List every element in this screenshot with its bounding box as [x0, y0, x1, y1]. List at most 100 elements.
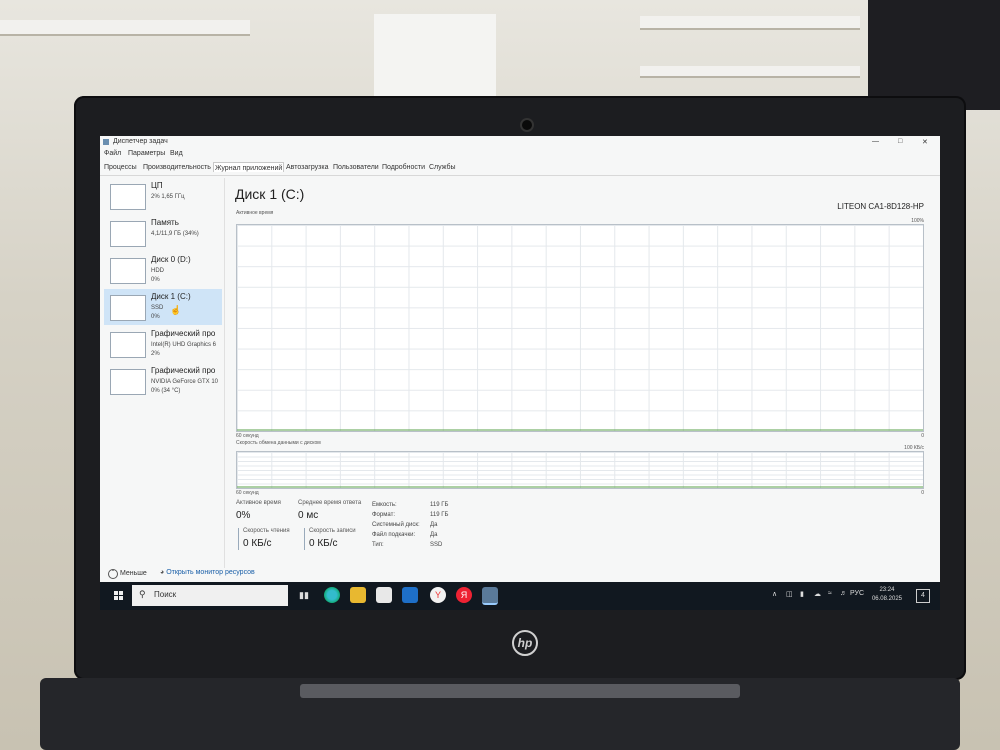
tray-wifi-icon[interactable]: ≈ — [828, 590, 832, 597]
sidebar-item-detail: 4,1/11,9 ГБ (34%) — [151, 231, 199, 237]
graph1-time: 60 секунд — [236, 433, 259, 439]
tab-startup[interactable]: Автозагрузка — [285, 164, 329, 171]
yandex-icon[interactable]: Я — [456, 587, 472, 603]
property-format: Формат: 119 ГБ — [372, 510, 482, 520]
sidebar-item-type: SSD — [151, 305, 164, 311]
search-icon: ⚲ — [139, 589, 146, 599]
property-value: Да — [430, 532, 438, 538]
close-button[interactable]: ✕ — [922, 138, 928, 146]
notification-center-button[interactable]: 4 — [916, 589, 930, 603]
yandex-browser-icon[interactable]: Y — [430, 587, 446, 603]
tray-chevron-up-icon[interactable]: ∧ — [772, 590, 777, 598]
maximize-button[interactable]: □ — [898, 138, 902, 145]
property-type: Тип: SSD — [372, 540, 482, 550]
webcam — [520, 118, 534, 132]
windows-start-icon[interactable] — [114, 591, 124, 601]
store-shelf — [640, 16, 860, 30]
sidebar-item-gpu0[interactable]: Графический про Intel(R) UHD Graphics 6 2… — [104, 326, 222, 362]
tab-performance[interactable]: Производительность — [142, 164, 212, 171]
sidebar-item-label: Графический про — [151, 329, 216, 338]
store-display-rack — [868, 0, 1000, 110]
property-value: 119 ГБ — [430, 502, 449, 508]
disk-properties: Емкость: 119 ГБ Формат: 119 ГБ Системный д… — [372, 500, 482, 550]
sidebar-item-disk1[interactable]: Диск 1 (C:) SSD 0% ☝ — [104, 289, 222, 325]
menu-options[interactable]: Параметры — [128, 150, 165, 157]
language-indicator[interactable]: РУС — [850, 590, 864, 597]
minimize-button[interactable]: — — [872, 138, 879, 145]
menu-file[interactable]: Файл — [104, 150, 121, 157]
tab-app-history[interactable]: Журнал приложений — [213, 162, 285, 172]
fewer-details-label: Меньше — [119, 570, 147, 577]
clock-date: 06.08.2025 — [871, 596, 902, 602]
sidebar-item-gpu1[interactable]: Графический про NVIDIA GeForce GTX 10 0% … — [104, 363, 222, 399]
write-speed-value: 0 КБ/с — [309, 538, 338, 549]
sidebar-item-type: HDD — [151, 268, 164, 274]
response-time-label: Среднее время ответа — [298, 500, 362, 506]
pane-divider — [224, 178, 225, 568]
property-value: SSD — [430, 542, 443, 548]
active-time-value: 0% — [236, 510, 251, 521]
sidebar-item-detail: Intel(R) UHD Graphics 6 2% — [151, 341, 216, 359]
sidebar-item-disk0[interactable]: Диск 0 (D:) HDD 0% — [104, 252, 222, 288]
graph1-label: Активное время — [236, 210, 274, 216]
disk1-thumbnail — [110, 295, 146, 321]
stat-separator — [304, 528, 305, 550]
sidebar-item-label: ЦП — [151, 181, 163, 190]
menu-view[interactable]: Вид — [170, 150, 183, 157]
sidebar-item-label: Графический про — [151, 366, 216, 375]
property-capacity: Емкость: 119 ГБ — [372, 500, 482, 510]
tray-volume-icon[interactable]: ♬ — [840, 590, 847, 597]
menu-bar: Файл Параметры Вид — [100, 148, 940, 160]
graph2-label: Скорость обмена данными с диском — [236, 440, 321, 446]
outlook-icon[interactable] — [402, 587, 418, 603]
store-shelf — [640, 66, 860, 78]
taskbar-clock[interactable]: 23:24 06.08.2025 — [872, 586, 902, 604]
tab-details[interactable]: Подробности — [381, 164, 426, 171]
tray-onedrive-icon[interactable]: ☁ — [814, 590, 821, 598]
read-speed-value: 0 КБ/с — [243, 538, 272, 549]
store-icon[interactable] — [376, 587, 392, 603]
laptop-screen: Диспетчер задач — □ ✕ Файл Параметры Вид… — [100, 136, 940, 610]
tab-users[interactable]: Пользователи — [332, 164, 380, 171]
tray-battery-icon[interactable]: ▮ — [800, 590, 804, 598]
window-titlebar: Диспетчер задач — □ ✕ — [100, 136, 940, 148]
window-footer: ˆ Меньше ◕ Открыть монитор ресурсов — [100, 566, 940, 580]
taskbar-search-box[interactable]: ⚲ Поиск — [132, 585, 288, 606]
edge-browser-icon[interactable] — [324, 587, 340, 603]
stat-separator — [238, 528, 239, 550]
property-key: Тип: — [372, 542, 384, 548]
tray-network-icon[interactable]: ◫ — [786, 590, 793, 598]
transfer-rate-graph — [236, 451, 924, 489]
file-explorer-icon[interactable] — [350, 587, 366, 603]
chevron-up-icon: ˆ — [108, 569, 118, 579]
resource-monitor-label: Открыть монитор ресурсов — [166, 569, 255, 576]
sidebar-item-cpu[interactable]: ЦП 2% 1,65 ГГц — [104, 178, 222, 214]
read-speed-label: Скорость чтения — [243, 528, 290, 534]
property-key: Файл подкачки: — [372, 532, 416, 538]
graph2-min: 0 — [921, 490, 924, 496]
active-time-graph — [236, 224, 924, 432]
window-title: Диспетчер задач — [113, 138, 168, 145]
app-icon — [103, 139, 109, 145]
sidebar-item-model: NVIDIA GeForce GTX 10 — [151, 379, 219, 385]
property-value: Да — [430, 522, 438, 528]
open-resource-monitor-link[interactable]: ◕ Открыть монитор ресурсов — [160, 569, 255, 576]
sidebar-item-detail: SSD 0% — [151, 304, 163, 322]
gpu0-thumbnail — [110, 332, 146, 358]
sidebar-item-memory[interactable]: Память 4,1/11,9 ГБ (34%) — [104, 215, 222, 251]
fewer-details-button[interactable]: ˆ Меньше — [108, 569, 147, 579]
sidebar-item-label: Диск 0 (D:) — [151, 255, 191, 264]
tab-processes[interactable]: Процессы — [103, 164, 138, 171]
tab-services[interactable]: Службы — [428, 164, 457, 171]
resource-sidebar: ЦП 2% 1,65 ГГц Память 4,1/11,9 ГБ (34%) … — [104, 178, 222, 568]
write-speed-label: Скорость записи — [309, 528, 356, 534]
resource-monitor-icon: ◕ — [160, 569, 165, 576]
graph2-time: 60 секунд — [236, 490, 259, 496]
task-manager-icon[interactable] — [482, 587, 498, 605]
notification-count: 4 — [921, 592, 925, 599]
sidebar-item-detail: 2% 1,65 ГГц — [151, 194, 185, 200]
sidebar-item-usage: 0% (34 °C) — [151, 388, 181, 394]
cpu-thumbnail — [110, 184, 146, 210]
task-view-icon[interactable]: ▮▮ — [296, 587, 312, 603]
memory-thumbnail — [110, 221, 146, 247]
